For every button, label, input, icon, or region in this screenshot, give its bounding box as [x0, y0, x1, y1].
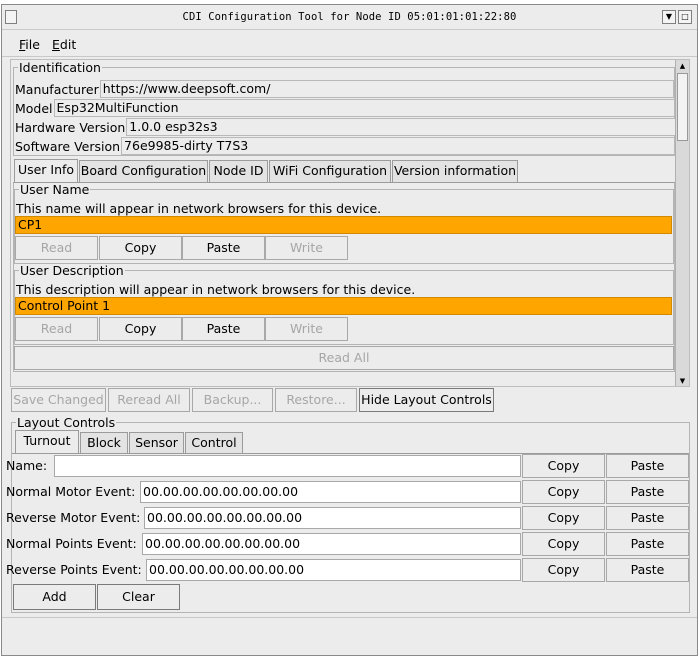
reverse-motor-event-paste-button[interactable]: Paste [606, 506, 689, 530]
tab-wifi-configuration[interactable]: WiFi Configuration [269, 160, 391, 182]
add-button[interactable]: Add [13, 584, 96, 610]
reread-all-button[interactable]: Reread All [108, 388, 190, 412]
tab-node-id[interactable]: Node ID [209, 160, 268, 182]
clear-button[interactable]: Clear [97, 584, 180, 610]
normal-points-event-input[interactable]: 00.00.00.00.00.00.00.00 [142, 533, 521, 555]
menu-edit[interactable]: Edit [52, 37, 76, 52]
scroll-up-icon[interactable]: ▲ [677, 61, 688, 72]
tab-turnout[interactable]: Turnout [15, 430, 79, 453]
tab-user-info[interactable]: User Info [14, 159, 78, 182]
reverse-points-event-label: Reverse Points Event: [6, 562, 142, 577]
tab-version-information[interactable]: Version information [392, 160, 518, 182]
name-label: Name: [6, 458, 48, 473]
user-description-write-button[interactable]: Write [265, 317, 348, 341]
reverse-motor-event-input[interactable]: 00.00.00.00.00.00.00.00 [144, 507, 521, 529]
save-changed-button[interactable]: Save Changed [11, 388, 106, 412]
software-version-label: Software Version [15, 138, 121, 154]
normal-motor-event-paste-button[interactable]: Paste [606, 480, 689, 504]
hardware-version-label: Hardware Version [15, 119, 126, 135]
name-copy-button[interactable]: Copy [522, 454, 605, 478]
user-name-description: This name will appear in network browser… [16, 201, 382, 216]
user-name-legend: User Name [20, 182, 90, 197]
normal-points-event-label: Normal Points Event: [6, 536, 137, 551]
status-strip [2, 617, 697, 655]
reverse-points-event-paste-button[interactable]: Paste [606, 558, 689, 582]
tab-block[interactable]: Block [80, 432, 128, 453]
manufacturer-value: https://www.deepsoft.com/ [99, 80, 674, 98]
user-description-field[interactable]: Control Point 1 [15, 297, 672, 315]
normal-motor-event-copy-button[interactable]: Copy [522, 480, 605, 504]
config-scroll-pane: Identification Manufacturer https://www.… [10, 59, 690, 387]
tab-control[interactable]: Control [185, 432, 243, 453]
model-row: Model Esp32MultiFunction [15, 99, 675, 117]
normal-motor-event-label: Normal Motor Event: [6, 484, 136, 499]
normal-points-event-paste-button[interactable]: Paste [606, 532, 689, 556]
identification-legend: Identification [19, 60, 101, 75]
hardware-version-row: Hardware Version 1.0.0 esp32s3 [15, 118, 678, 136]
reverse-motor-event-label: Reverse Motor Event: [6, 510, 141, 525]
reverse-motor-event-copy-button[interactable]: Copy [522, 506, 605, 530]
user-description-paste-button[interactable]: Paste [182, 317, 265, 341]
user-description-description: This description will appear in network … [16, 282, 416, 297]
normal-points-event-copy-button[interactable]: Copy [522, 532, 605, 556]
restore-button[interactable]: Restore... [275, 388, 357, 412]
user-name-field[interactable]: CP1 [15, 216, 672, 234]
layout-controls-legend: Layout Controls [17, 415, 116, 430]
model-value: Esp32MultiFunction [53, 99, 675, 117]
model-label: Model [15, 100, 53, 116]
tab-board-configuration[interactable]: Board Configuration [79, 160, 208, 182]
name-paste-button[interactable]: Paste [606, 454, 689, 478]
backup-button[interactable]: Backup... [192, 388, 273, 412]
vertical-scrollbar[interactable]: ▲ ▼ [675, 60, 689, 386]
hardware-version-value: 1.0.0 esp32s3 [126, 118, 678, 136]
scroll-down-icon[interactable]: ▼ [677, 376, 688, 386]
reverse-points-event-input[interactable]: 00.00.00.00.00.00.00.00 [146, 559, 521, 581]
menu-bar: File Edit [2, 31, 697, 57]
normal-motor-event-input[interactable]: 00.00.00.00.00.00.00.00 [140, 481, 521, 503]
tab-sensor[interactable]: Sensor [129, 432, 184, 453]
window-title: CDI Configuration Tool for Node ID 05:01… [182, 11, 517, 23]
reverse-points-event-copy-button[interactable]: Copy [522, 558, 605, 582]
cdi-window: CDI Configuration Tool for Node ID 05:01… [1, 4, 698, 656]
software-version-row: Software Version 76e9985-dirty T7S3 [15, 137, 676, 155]
title-bar: CDI Configuration Tool for Node ID 05:01… [2, 5, 697, 30]
minimize-icon[interactable]: ▼ [662, 10, 676, 24]
user-description-read-button[interactable]: Read [15, 317, 98, 341]
menu-file[interactable]: File [19, 37, 40, 52]
user-name-write-button[interactable]: Write [265, 236, 348, 260]
user-name-paste-button[interactable]: Paste [182, 236, 265, 260]
maximize-icon[interactable]: □ [678, 10, 692, 24]
read-all-button[interactable]: Read All [14, 346, 674, 370]
user-description-legend: User Description [20, 263, 124, 278]
manufacturer-label: Manufacturer [15, 81, 99, 97]
software-version-value: 76e9985-dirty T7S3 [121, 137, 676, 155]
name-input[interactable] [54, 455, 521, 477]
user-name-copy-button[interactable]: Copy [99, 236, 182, 260]
user-description-copy-button[interactable]: Copy [99, 317, 182, 341]
manufacturer-row: Manufacturer https://www.deepsoft.com/ [15, 80, 674, 98]
scroll-thumb[interactable] [677, 73, 688, 141]
hide-layout-controls-button[interactable]: Hide Layout Controls [359, 388, 494, 412]
user-name-read-button[interactable]: Read [15, 236, 98, 260]
